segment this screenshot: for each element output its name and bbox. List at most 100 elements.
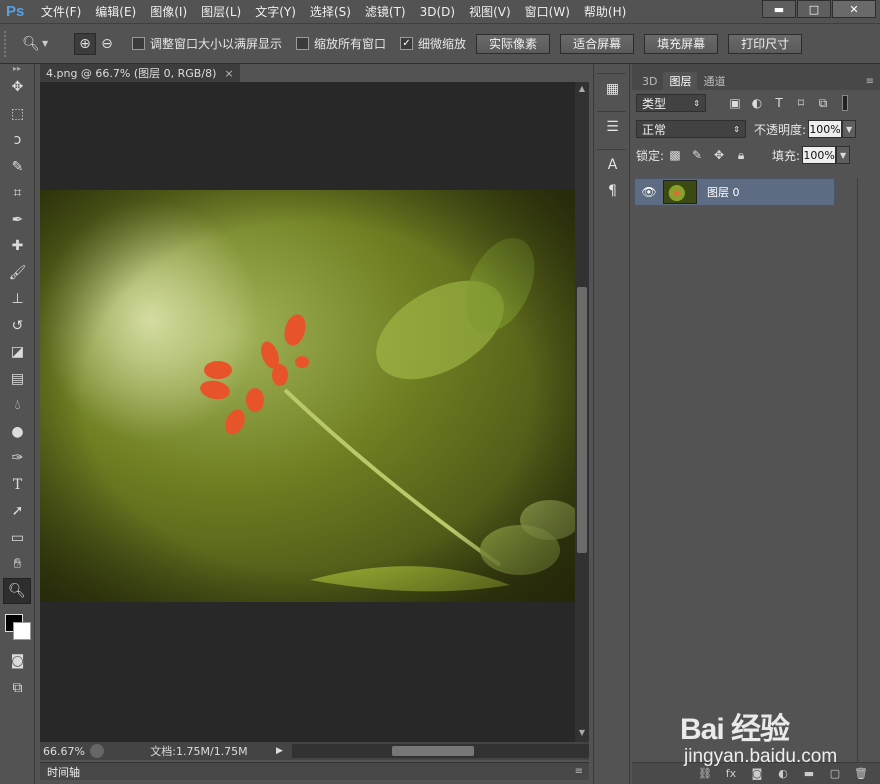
- clone-stamp-tool-icon[interactable]: ⊥: [0, 286, 35, 313]
- vertical-scroll-thumb[interactable]: [577, 287, 587, 553]
- menu-file[interactable]: 文件(F): [34, 3, 88, 20]
- color-swatches: [0, 604, 34, 648]
- resize-windows-checkbox[interactable]: 调整窗口大小以满屏显示: [132, 35, 282, 52]
- shape-filter-icon[interactable]: ⌑: [790, 96, 812, 110]
- smart-object-filter-icon[interactable]: ⧉: [812, 96, 834, 111]
- tool-presets-panel-icon[interactable]: ☰: [594, 114, 631, 140]
- fill-screen-button[interactable]: 填充屏幕: [644, 33, 719, 54]
- quick-mask-icon[interactable]: ◙: [0, 648, 35, 675]
- scrubby-zoom-checkbox[interactable]: ✓ 细微缩放: [400, 35, 466, 52]
- background-color-swatch[interactable]: [13, 622, 31, 640]
- layers-scrollbar[interactable]: [858, 178, 880, 762]
- menu-view[interactable]: 视图(V): [462, 3, 518, 20]
- character-panel-icon[interactable]: A: [594, 152, 631, 178]
- history-brush-tool-icon[interactable]: ↺: [0, 313, 35, 340]
- close-button[interactable]: ✕: [832, 0, 876, 18]
- brush-tool-icon[interactable]: 🖌︎: [0, 260, 35, 287]
- tab-channels[interactable]: 通道: [697, 72, 731, 90]
- menu-filter[interactable]: 滤镜(T): [358, 3, 413, 20]
- screen-mode-icon[interactable]: ⧉: [0, 675, 35, 702]
- menu-help[interactable]: 帮助(H): [577, 3, 633, 20]
- marquee-tool-icon[interactable]: ⬚: [0, 101, 35, 128]
- tab-layers[interactable]: 图层: [663, 72, 698, 90]
- type-tool-icon[interactable]: T: [0, 472, 35, 499]
- menu-window[interactable]: 窗口(W): [518, 3, 577, 20]
- blur-tool-icon[interactable]: 💧︎: [0, 392, 35, 419]
- lock-fill-row: 锁定: ▩ ✎ ✥ 🔒︎ 填充: 100% ▼: [632, 142, 880, 168]
- fill-slider-arrow-icon[interactable]: ▼: [836, 146, 851, 164]
- tab-3d[interactable]: 3D: [636, 72, 663, 90]
- vertical-scrollbar[interactable]: ▲ ▼: [575, 82, 589, 742]
- horizontal-scroll-thumb[interactable]: [392, 746, 474, 756]
- blend-mode-select[interactable]: 正常 ⇕: [636, 120, 746, 138]
- zoom-all-windows-checkbox[interactable]: 缩放所有窗口: [296, 35, 386, 52]
- opacity-input[interactable]: 100%: [808, 120, 843, 138]
- paragraph-panel-icon[interactable]: ¶: [594, 178, 631, 204]
- photo-canvas[interactable]: [40, 190, 575, 602]
- lasso-tool-icon[interactable]: ↄ: [0, 127, 35, 154]
- canvas-area[interactable]: [40, 82, 575, 742]
- minimize-button[interactable]: ▬: [762, 0, 796, 18]
- visibility-eye-icon[interactable]: 👁︎: [635, 185, 663, 199]
- filter-toggle-icon[interactable]: [842, 95, 848, 111]
- document-tab[interactable]: 4.png @ 66.7% (图层 0, RGB/8) ×: [40, 64, 240, 82]
- eraser-tool-icon[interactable]: ◪: [0, 339, 35, 366]
- gradient-tool-icon[interactable]: ▤: [0, 366, 35, 393]
- zoom-out-icon[interactable]: ⊖: [96, 33, 118, 55]
- swatches-panel-icon[interactable]: ▦: [594, 76, 631, 102]
- lock-image-icon[interactable]: ✎: [686, 148, 708, 162]
- menu-layer[interactable]: 图层(L): [194, 3, 248, 20]
- zoom-tool-icon[interactable]: 🔍︎: [3, 577, 31, 604]
- adjustment-filter-icon[interactable]: ◐: [746, 96, 768, 110]
- status-menu-arrow-icon[interactable]: ▶: [276, 746, 290, 756]
- opacity-slider-arrow-icon[interactable]: ▼: [842, 120, 857, 138]
- options-grip[interactable]: [4, 30, 10, 57]
- scroll-down-icon[interactable]: ▼: [575, 728, 589, 740]
- close-tab-icon[interactable]: ×: [224, 67, 233, 80]
- panel-menu-icon[interactable]: ≡: [866, 76, 874, 87]
- document-size-info: 文档:1.75M/1.75M: [150, 745, 248, 758]
- healing-brush-tool-icon[interactable]: ✚: [0, 233, 35, 260]
- menu-3d[interactable]: 3D(D): [413, 5, 462, 19]
- fill-input[interactable]: 100%: [802, 146, 837, 164]
- path-selection-tool-icon[interactable]: ➚: [0, 498, 35, 525]
- menu-type[interactable]: 文字(Y): [248, 3, 303, 20]
- lock-transparent-icon[interactable]: ▩: [664, 148, 686, 162]
- menu-image[interactable]: 图像(I): [143, 3, 194, 20]
- menu-edit[interactable]: 编辑(E): [88, 3, 143, 20]
- lock-all-icon[interactable]: 🔒︎: [730, 148, 752, 163]
- layer-thumbnail: [663, 180, 697, 204]
- window-controls: ▬ □ ✕: [761, 0, 876, 18]
- crop-tool-icon[interactable]: ⌗: [0, 180, 35, 207]
- rectangle-tool-icon[interactable]: ▭: [0, 525, 35, 552]
- move-tool-icon[interactable]: ✥: [0, 74, 35, 101]
- watermark-brand: Bai 经验: [680, 713, 790, 746]
- tool-preset-picker[interactable]: 🔍︎ ▼: [20, 33, 64, 55]
- actual-pixels-button[interactable]: 实际像素: [476, 33, 551, 54]
- maximize-button[interactable]: □: [797, 0, 831, 18]
- pixel-filter-icon[interactable]: ▣: [724, 96, 746, 110]
- scroll-up-icon[interactable]: ▲: [575, 84, 589, 96]
- pen-tool-icon[interactable]: ✑: [0, 445, 35, 472]
- fit-screen-button[interactable]: 适合屏幕: [560, 33, 635, 54]
- type-filter-icon[interactable]: T: [768, 96, 790, 110]
- collapse-arrows-icon[interactable]: ▸▸: [0, 64, 34, 74]
- timeline-label[interactable]: 时间轴: [47, 764, 80, 780]
- filter-kind-select[interactable]: 类型 ⇕: [636, 94, 706, 112]
- zoom-in-icon[interactable]: ⊕: [74, 32, 96, 55]
- menu-select[interactable]: 选择(S): [303, 3, 358, 20]
- checkbox-icon: [296, 37, 310, 50]
- layer-name[interactable]: 图层 0: [707, 184, 740, 200]
- quick-selection-tool-icon[interactable]: ✎: [0, 154, 35, 181]
- hand-tool-icon[interactable]: ✋︎: [0, 551, 35, 578]
- dodge-tool-icon[interactable]: ●: [0, 419, 35, 446]
- zoom-level[interactable]: 66.67%: [40, 745, 90, 758]
- print-size-button[interactable]: 打印尺寸: [728, 33, 803, 54]
- watermark-url: jingyan.baidu.com: [684, 746, 838, 767]
- panel-menu-icon[interactable]: ≡: [575, 766, 583, 777]
- lock-position-icon[interactable]: ✥: [708, 148, 730, 162]
- horizontal-scrollbar[interactable]: [292, 744, 589, 758]
- eyedropper-tool-icon[interactable]: ✒: [0, 207, 35, 234]
- layer-row[interactable]: 👁︎ 图层 0: [634, 178, 835, 206]
- status-settings-icon[interactable]: [90, 744, 104, 758]
